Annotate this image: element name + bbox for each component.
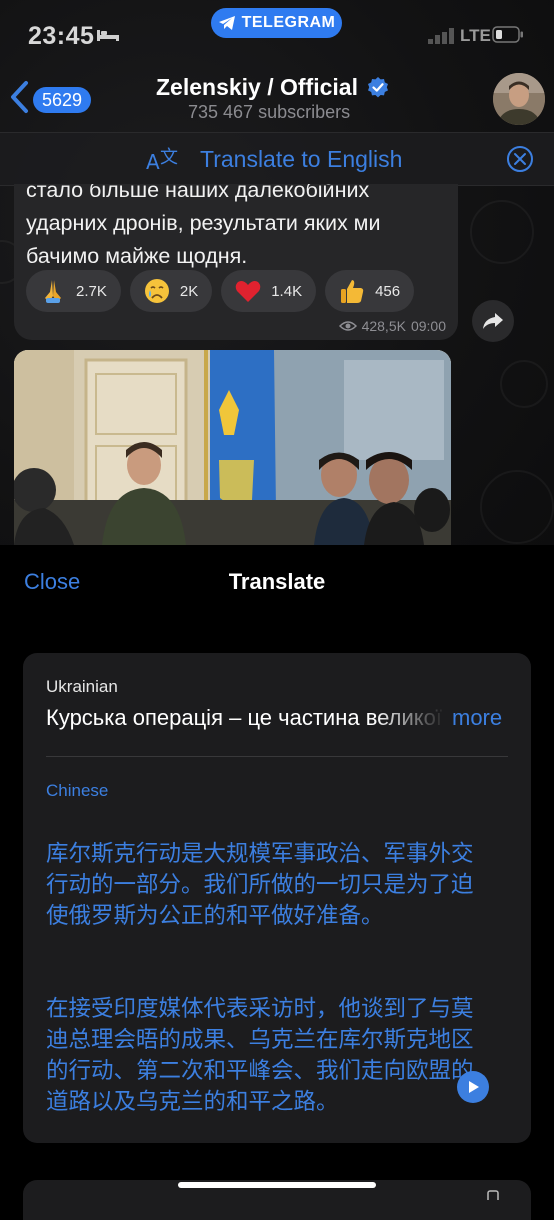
translate-bar[interactable]: A 文 Translate to English [0,132,554,186]
background-doodle [500,360,548,408]
channel-name: Zelenskiy / Official [156,74,358,100]
back-chevron-icon[interactable] [8,80,30,114]
translate-to-english-label[interactable]: Translate to English [200,146,402,173]
eye-icon [338,321,357,331]
home-indicator[interactable] [178,1182,376,1188]
sleep-mode-icon [97,30,119,41]
translation-card: Ukrainian Курська операція – це частина … [23,653,531,1143]
message-bubble[interactable]: стало більше наших далекобійних ударних … [14,184,458,340]
thumbs-up-icon [341,280,364,303]
message-time: 09:00 [410,318,446,334]
more-link[interactable]: more [452,705,502,731]
play-audio-button[interactable] [457,1071,489,1103]
photo-illustration [14,350,451,545]
source-text: Курська операція – це частина великої [46,705,442,730]
target-language-label[interactable]: Chinese [46,781,108,801]
reaction-count: 1.4K [271,282,303,300]
play-icon [469,1081,479,1093]
reactions-row: 2.7K 2K 1.4K 456 [26,270,415,312]
reaction-heart[interactable]: 1.4K [221,270,317,312]
channel-title[interactable]: Zelenskiy / Official [156,74,390,101]
svg-text:文: 文 [160,147,178,168]
avatar-portrait-icon [493,73,545,125]
reaction-count: 2K [179,282,199,300]
view-count: 428,5K [361,318,406,334]
background-doodle [470,200,534,264]
translated-paragraph: 库尔斯克行动是大规模军事政治、军事外交行动的一部分。我们所做的一切只是为了迫使俄… [46,841,474,929]
divider [46,756,508,757]
network-type: LTE [460,26,491,45]
translated-text: 库尔斯克行动是大规模军事政治、军事外交行动的一部分。我们所做的一切只是为了迫使俄… [46,808,476,1180]
reaction-pray[interactable]: 2.7K [26,270,121,312]
share-button[interactable] [472,300,514,342]
app-pill-label: TELEGRAM [241,14,336,31]
svg-text:A: A [146,150,160,174]
reaction-crying[interactable]: 2K [129,270,213,312]
reaction-thumbs-up[interactable]: 456 [325,270,415,312]
message-meta: 428,5K 09:00 [338,318,446,334]
battery-icon [492,26,523,43]
translate-icon: A 文 [146,147,178,174]
message-text: стало більше наших далекобійних ударних … [26,184,381,268]
sheet-title: Translate [228,569,326,594]
cellular-signal-icon [428,28,454,44]
unread-count-badge[interactable]: 5629 [33,87,92,113]
status-bar: 23:45 TELEGRAM LTE [0,0,554,60]
translated-paragraph: 在接受印度媒体代表采访时，他谈到了与莫迪总理会晤的成果、乌克兰在库尔斯克地区的行… [46,996,474,1115]
message-photo[interactable] [14,350,451,545]
red-heart-icon [235,281,261,302]
pray-icon [45,280,61,303]
verified-badge-icon [367,76,388,97]
chat-header: 5629 Zelenskiy / Official 735 467 subscr… [0,60,554,132]
copy-icon[interactable] [486,1190,502,1200]
channel-avatar[interactable] [493,73,545,125]
return-to-telegram-pill[interactable]: TELEGRAM [211,8,342,38]
source-language-label[interactable]: Ukrainian [46,677,118,697]
close-circle-icon[interactable] [506,145,534,173]
crying-face-icon [144,279,169,303]
clock: 23:45 [28,22,95,50]
reaction-count: 456 [375,282,401,300]
subscriber-count: 735 467 subscribers [188,102,351,122]
telegram-plane-icon [218,16,235,30]
reaction-count: 2.7K [76,282,107,300]
share-arrow-icon [483,313,503,329]
translate-sheet: Close Translate Ukrainian Курська операц… [0,545,554,1220]
background-doodle [480,470,554,544]
